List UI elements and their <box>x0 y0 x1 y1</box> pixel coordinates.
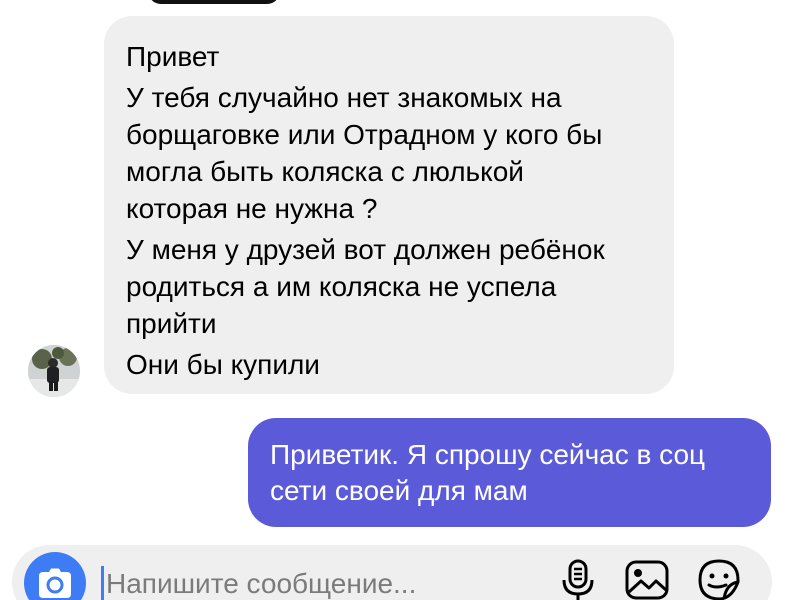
image-icon <box>625 560 669 600</box>
previous-message-bubble <box>148 0 280 4</box>
message-line: которая не нужна ? <box>126 193 378 224</box>
message-line: Привет <box>126 41 220 72</box>
incoming-message-bubble[interactable]: Привет У тебя случайно нет знакомых на б… <box>104 16 674 394</box>
sticker-icon <box>698 559 740 600</box>
avatar-photo <box>28 345 80 397</box>
message-line: Они бы купили <box>126 349 320 380</box>
message-line: могла быть коляска с люлькой <box>126 156 524 187</box>
gallery-button[interactable] <box>624 558 669 600</box>
message-paragraph: У меня у друзей вот должен ребёнок родит… <box>126 231 652 342</box>
message-line: сети своей для мам <box>270 475 528 506</box>
message-paragraph: Привет <box>126 38 652 75</box>
avatar[interactable] <box>28 345 80 397</box>
microphone-button[interactable] <box>556 558 600 600</box>
outgoing-message-bubble[interactable]: Приветик. Я спрошу сейчас в соц сети сво… <box>248 418 771 527</box>
message-line: У тебя случайно нет знакомых на <box>126 82 562 113</box>
message-paragraph: Они бы купили <box>126 346 652 383</box>
message-line: борщаговке или Отрадном у кого бы <box>126 119 603 150</box>
camera-icon <box>39 568 71 598</box>
message-line: родиться а им коляска не успела <box>126 271 557 302</box>
chat-screen: Привет У тебя случайно нет знакомых на б… <box>0 0 786 600</box>
message-line: У меня у друзей вот должен ребёнок <box>126 234 605 265</box>
microphone-icon <box>562 559 594 600</box>
sticker-button[interactable] <box>696 558 740 600</box>
message-paragraph: У тебя случайно нет знакомых на борщагов… <box>126 79 652 227</box>
message-line: Приветик. Я спрошу сейчас в соц <box>270 439 706 470</box>
message-input[interactable] <box>100 565 520 600</box>
message-line: прийти <box>126 308 217 339</box>
